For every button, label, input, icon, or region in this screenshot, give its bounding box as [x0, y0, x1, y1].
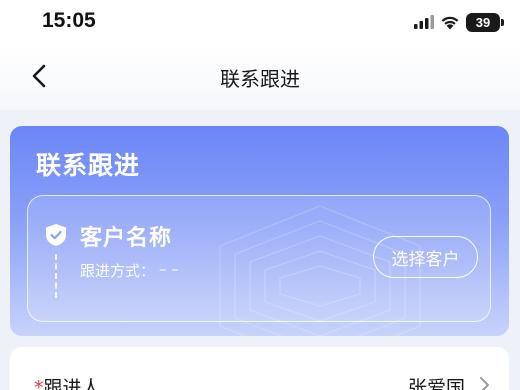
chevron-right-icon[interactable]	[477, 376, 491, 390]
select-customer-button[interactable]: 选择客户	[373, 236, 478, 278]
shield-check-icon	[46, 224, 66, 246]
wifi-icon	[441, 16, 459, 29]
customer-panel: 客户名称 跟进方式： – – 选择客户	[27, 195, 491, 322]
status-time: 15:05	[42, 9, 96, 32]
customer-name: 客户名称	[80, 226, 173, 251]
follower-label: *跟进人	[34, 373, 101, 390]
follow-method-value: – –	[159, 260, 179, 278]
status-icons: 39	[414, 12, 504, 32]
card-title: 联系跟进	[36, 151, 141, 180]
signal-icon	[414, 15, 434, 29]
follow-method: 跟进方式： – –	[80, 260, 179, 281]
contact-followup-card: 联系跟进 客户名称 跟进方式： – – 选择客户	[10, 126, 509, 336]
follower-value: 张爱国	[407, 377, 465, 390]
follow-method-label: 跟进方式：	[80, 262, 156, 280]
follower-label-text: 跟进人	[43, 377, 101, 390]
page-title: 联系跟进	[220, 67, 300, 91]
nav-bar: 联系跟进	[0, 44, 520, 110]
form-row-follower[interactable]: *跟进人 张爱国	[10, 347, 509, 390]
status-bar: 15:05 39	[0, 0, 520, 44]
required-mark: *	[34, 377, 44, 390]
battery-level: 39	[475, 14, 491, 30]
battery-icon: 39	[466, 12, 504, 32]
timeline-divider	[55, 254, 57, 298]
